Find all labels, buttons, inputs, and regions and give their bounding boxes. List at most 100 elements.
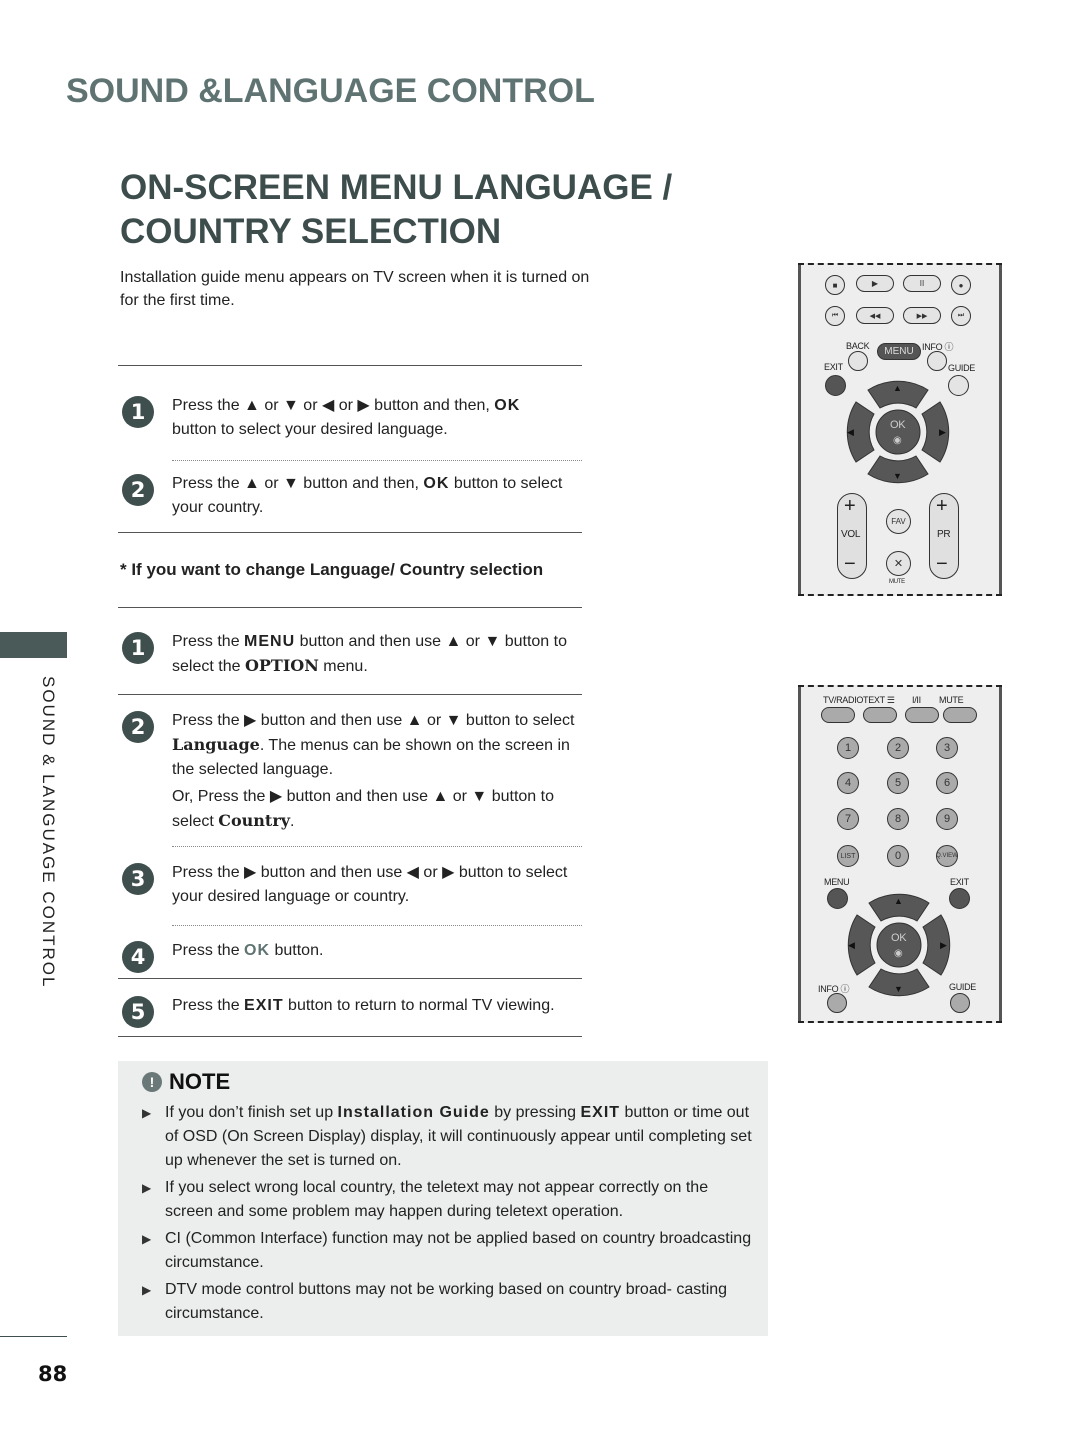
down-arrow-icon: ▼ <box>283 475 299 492</box>
ok-button-label: OK <box>890 419 906 431</box>
bullet-triangle-icon: ▶ <box>142 1232 152 1246</box>
note-item: ▶ CI (Common Interface) function may not … <box>142 1227 752 1275</box>
ok-target-icon: ◉ <box>894 948 903 959</box>
first-step-2: 2 Press the ▲ or ▼ button and then, OK b… <box>122 472 592 520</box>
up-arrow-icon: ▲ <box>244 397 260 414</box>
volume-up-icon: + <box>844 495 856 517</box>
pause-button-icon: II <box>903 275 941 292</box>
digit-6-button: 6 <box>936 772 958 794</box>
up-arrow-icon: ▲ <box>893 383 902 393</box>
exclamation-icon: ! <box>142 1072 162 1092</box>
note-box: ! NOTE ▶ If you don’t finish set up Insta… <box>118 1061 768 1336</box>
digit-5-button: 5 <box>887 772 909 794</box>
tv-radio-button-icon <box>821 707 855 723</box>
change-step-1: 1 Press the MENU button and then use ▲ o… <box>122 630 592 679</box>
step-number-badge: 4 <box>122 941 154 973</box>
list-button: LIST <box>837 845 859 867</box>
program-down-icon: − <box>936 553 948 575</box>
divider <box>118 532 582 533</box>
vol-label: VOL <box>841 529 861 540</box>
section-title: SOUND &LANGUAGE CONTROL <box>66 72 595 110</box>
digit-8-button: 8 <box>887 808 909 830</box>
sidebar-chapter-label: SOUND & LANGUAGE CONTROL <box>39 676 58 989</box>
divider <box>118 978 582 979</box>
down-arrow-icon: ▼ <box>893 471 902 481</box>
down-arrow-icon: ▼ <box>283 397 299 414</box>
change-step-4: 4 Press the OK button. <box>122 939 592 973</box>
rewind-button-icon: ◀◀ <box>856 307 894 324</box>
digit-1-button: 1 <box>837 737 859 759</box>
digit-2-button: 2 <box>887 737 909 759</box>
guide-button-icon <box>950 993 970 1013</box>
right-arrow-icon: ▶ <box>939 427 946 437</box>
bullet-triangle-icon: ▶ <box>142 1283 152 1297</box>
up-arrow-icon: ▲ <box>244 475 260 492</box>
bullet-triangle-icon: ▶ <box>142 1106 152 1120</box>
digit-7-button: 7 <box>837 808 859 830</box>
first-step-1: 1 Press the ▲ or ▼ or ◀ or ▶ button and … <box>122 394 592 442</box>
left-arrow-icon: ◀ <box>848 940 855 950</box>
play-button-icon: ▶ <box>856 275 894 292</box>
note-list: ▶ If you don’t finish set up Installation… <box>142 1101 752 1329</box>
menu-button-icon: MENU <box>877 343 921 360</box>
step-text: Press the ▶ button and then use ◀ or ▶ b… <box>172 864 568 905</box>
ok-target-icon: ◉ <box>893 435 902 446</box>
step-text: Press the MENU button and then use ▲ or … <box>172 633 567 675</box>
mute-button-icon: ✕ <box>886 551 911 576</box>
note-item: ▶ If you select wrong local country, the … <box>142 1176 752 1224</box>
pr-label: PR <box>937 529 951 540</box>
note-item: ▶ If you don’t finish set up Installation… <box>142 1101 752 1173</box>
step-number-badge: 2 <box>122 711 154 743</box>
menu-label: MENU <box>824 877 850 887</box>
next-button-icon: ⏭ <box>951 306 971 326</box>
bullet-triangle-icon: ▶ <box>142 1181 152 1195</box>
step-number-badge: 5 <box>122 996 154 1028</box>
page-number-rule <box>0 1336 67 1337</box>
note-item: ▶ DTV mode control buttons may not be wor… <box>142 1278 752 1326</box>
change-step-5: 5 Press the EXIT button to return to nor… <box>122 994 602 1028</box>
note-heading: ! NOTE <box>142 1069 230 1095</box>
dotted-divider <box>172 925 582 926</box>
previous-button-icon: ⏮ <box>825 306 845 326</box>
back-label: BACK <box>846 341 870 351</box>
dual-button-icon <box>905 707 939 723</box>
step-text: Press the ▲ or ▼ button and then, OK but… <box>172 475 563 516</box>
page-number: 88 <box>38 1362 68 1386</box>
dual-label: I/II <box>912 695 921 705</box>
divider <box>118 1036 582 1037</box>
change-step-2: 2 Press the ▶ button and then use ▲ or ▼… <box>122 709 592 834</box>
digit-4-button: 4 <box>837 772 859 794</box>
volume-down-icon: − <box>844 553 856 575</box>
step-text: Press the OK button. <box>172 942 324 959</box>
dotted-divider <box>172 846 582 847</box>
intro-paragraph: Installation guide menu appears on TV sc… <box>120 269 590 309</box>
exit-label: EXIT <box>824 362 843 372</box>
mute-label: MUTE <box>939 695 964 705</box>
record-button-icon: ● <box>951 275 971 295</box>
dotted-divider <box>172 460 582 461</box>
change-selection-subheading: * If you want to change Language/ Countr… <box>120 560 544 579</box>
info-button-icon <box>827 993 847 1013</box>
ok-button-label: OK <box>891 932 907 944</box>
stop-button-icon: ■ <box>825 275 845 295</box>
mute-button-icon <box>943 707 977 723</box>
left-arrow-icon: ◀ <box>847 427 854 437</box>
divider <box>118 694 582 695</box>
step-text: Press the ▶ button and then use ▲ or ▼ b… <box>172 712 575 778</box>
step-number-badge: 3 <box>122 863 154 895</box>
guide-label: GUIDE <box>948 363 976 373</box>
guide-label: GUIDE <box>949 982 977 992</box>
text-button-icon <box>863 707 897 723</box>
fast-forward-button-icon: ▶▶ <box>903 307 941 324</box>
divider <box>118 365 582 366</box>
mute-label: MUTE <box>889 579 905 585</box>
program-up-icon: + <box>936 495 948 517</box>
info-button-icon <box>927 351 947 371</box>
page-title: ON-SCREEN MENU LANGUAGE / COUNTRY SELECT… <box>120 166 672 254</box>
divider <box>118 607 582 608</box>
change-step-3: 3 Press the ▶ button and then use ◀ or ▶… <box>122 861 592 909</box>
step-number-badge: 1 <box>122 396 154 428</box>
right-arrow-icon: ▶ <box>940 940 947 950</box>
down-arrow-icon: ▼ <box>894 984 903 994</box>
text-label: TEXT ☰ <box>863 695 895 705</box>
